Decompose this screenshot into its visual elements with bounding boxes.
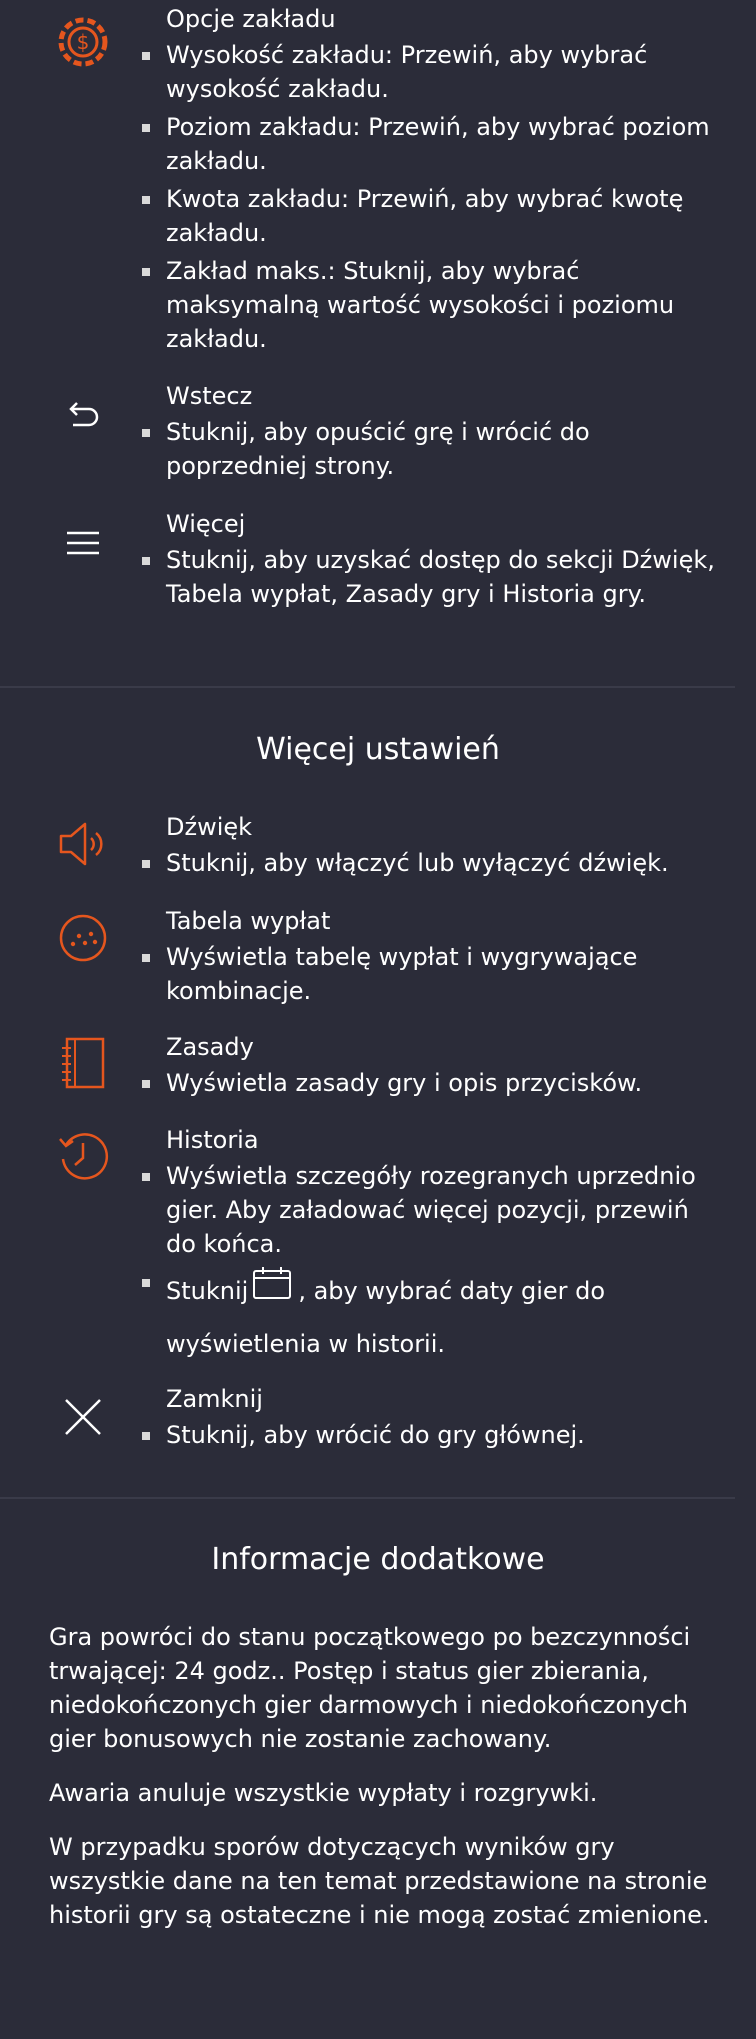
speaker-icon xyxy=(57,820,109,868)
divider xyxy=(0,686,735,688)
list-item: Wyświetla tabelę wypłat i wygrywające ko… xyxy=(142,940,726,1008)
list-item: Stuknij , aby wybrać daty gier do wyświe… xyxy=(142,1265,726,1370)
info-paragraph: W przypadku sporów dotyczących wyników g… xyxy=(49,1833,710,1929)
additional-info-section: Informacje dodatkowe xyxy=(0,1540,756,1580)
back-title: Wstecz xyxy=(166,382,253,410)
additional-info-text: Gra powróci do stanu początkowego po bez… xyxy=(49,1620,729,1952)
calendar-icon xyxy=(252,1266,292,1318)
history-title: Historia xyxy=(166,1126,259,1154)
more-item: Więcej Stuknij, aby uzyskać dostęp do se… xyxy=(0,509,726,615)
sound-item: Dźwięk Stuknij, aby włączyć lub wyłączyć… xyxy=(0,812,726,884)
history-tap-text: Stuknij xyxy=(166,1277,249,1305)
list-item: Wysokość zakładu: Przewiń, aby wybrać wy… xyxy=(142,38,726,106)
list-item: Stuknij, aby wrócić do gry głównej. xyxy=(142,1418,726,1452)
bet-options-title: Opcje zakładu xyxy=(166,5,336,33)
notebook-icon xyxy=(59,1036,107,1090)
sound-title: Dźwięk xyxy=(166,813,253,841)
list-item: Stuknij, aby włączyć lub wyłączyć dźwięk… xyxy=(142,846,726,880)
list-item: Stuknij, aby opuścić grę i wrócić do pop… xyxy=(142,415,726,483)
bet-options-item: $ Opcje zakładu Wysokość zakładu: Przewi… xyxy=(0,4,726,360)
help-page: $ Opcje zakładu Wysokość zakładu: Przewi… xyxy=(0,0,756,2039)
divider xyxy=(0,1497,735,1499)
menu-icon xyxy=(63,523,103,563)
svg-text:$: $ xyxy=(77,30,90,54)
list-item: Wyświetla zasady gry i opis przycisków. xyxy=(142,1066,726,1100)
bet-options-list: Wysokość zakładu: Przewiń, aby wybrać wy… xyxy=(142,38,726,356)
back-item: Wstecz Stuknij, aby opuścić grę i wrócić… xyxy=(0,381,726,487)
paytable-item: Tabela wypłat Wyświetla tabelę wypłat i … xyxy=(0,906,726,1012)
history-item: Historia Wyświetla szczegóły rozegranych… xyxy=(0,1125,726,1374)
close-title: Zamknij xyxy=(166,1385,263,1413)
section-title: Więcej ustawień xyxy=(256,732,500,767)
more-settings-section: Więcej ustawień xyxy=(0,730,756,770)
back-arrow-icon xyxy=(63,395,103,435)
close-icon xyxy=(62,1396,104,1438)
list-item: Zakład maks.: Stuknij, aby wybrać maksym… xyxy=(142,254,726,356)
info-paragraph: Gra powróci do stanu początkowego po bez… xyxy=(49,1623,691,1753)
list-item: Poziom zakładu: Przewiń, aby wybrać pozi… xyxy=(142,110,726,178)
list-item: Kwota zakładu: Przewiń, aby wybrać kwotę… xyxy=(142,182,726,250)
section-title: Informacje dodatkowe xyxy=(211,1542,545,1577)
dollar-chip-icon: $ xyxy=(55,14,111,70)
info-paragraph: Awaria anuluje wszystkie wypłaty i rozgr… xyxy=(49,1779,598,1807)
more-title: Więcej xyxy=(166,510,246,538)
rules-title: Zasady xyxy=(166,1033,254,1061)
history-icon xyxy=(56,1129,110,1183)
rules-item: Zasady Wyświetla zasady gry i opis przyc… xyxy=(0,1032,726,1104)
paytable-icon xyxy=(57,912,109,964)
list-item: Stuknij, aby uzyskać dostęp do sekcji Dź… xyxy=(142,543,726,611)
close-item: Zamknij Stuknij, aby wrócić do gry główn… xyxy=(0,1384,726,1456)
list-item: Wyświetla szczegóły rozegranych uprzedni… xyxy=(142,1159,726,1261)
paytable-title: Tabela wypłat xyxy=(166,907,331,935)
